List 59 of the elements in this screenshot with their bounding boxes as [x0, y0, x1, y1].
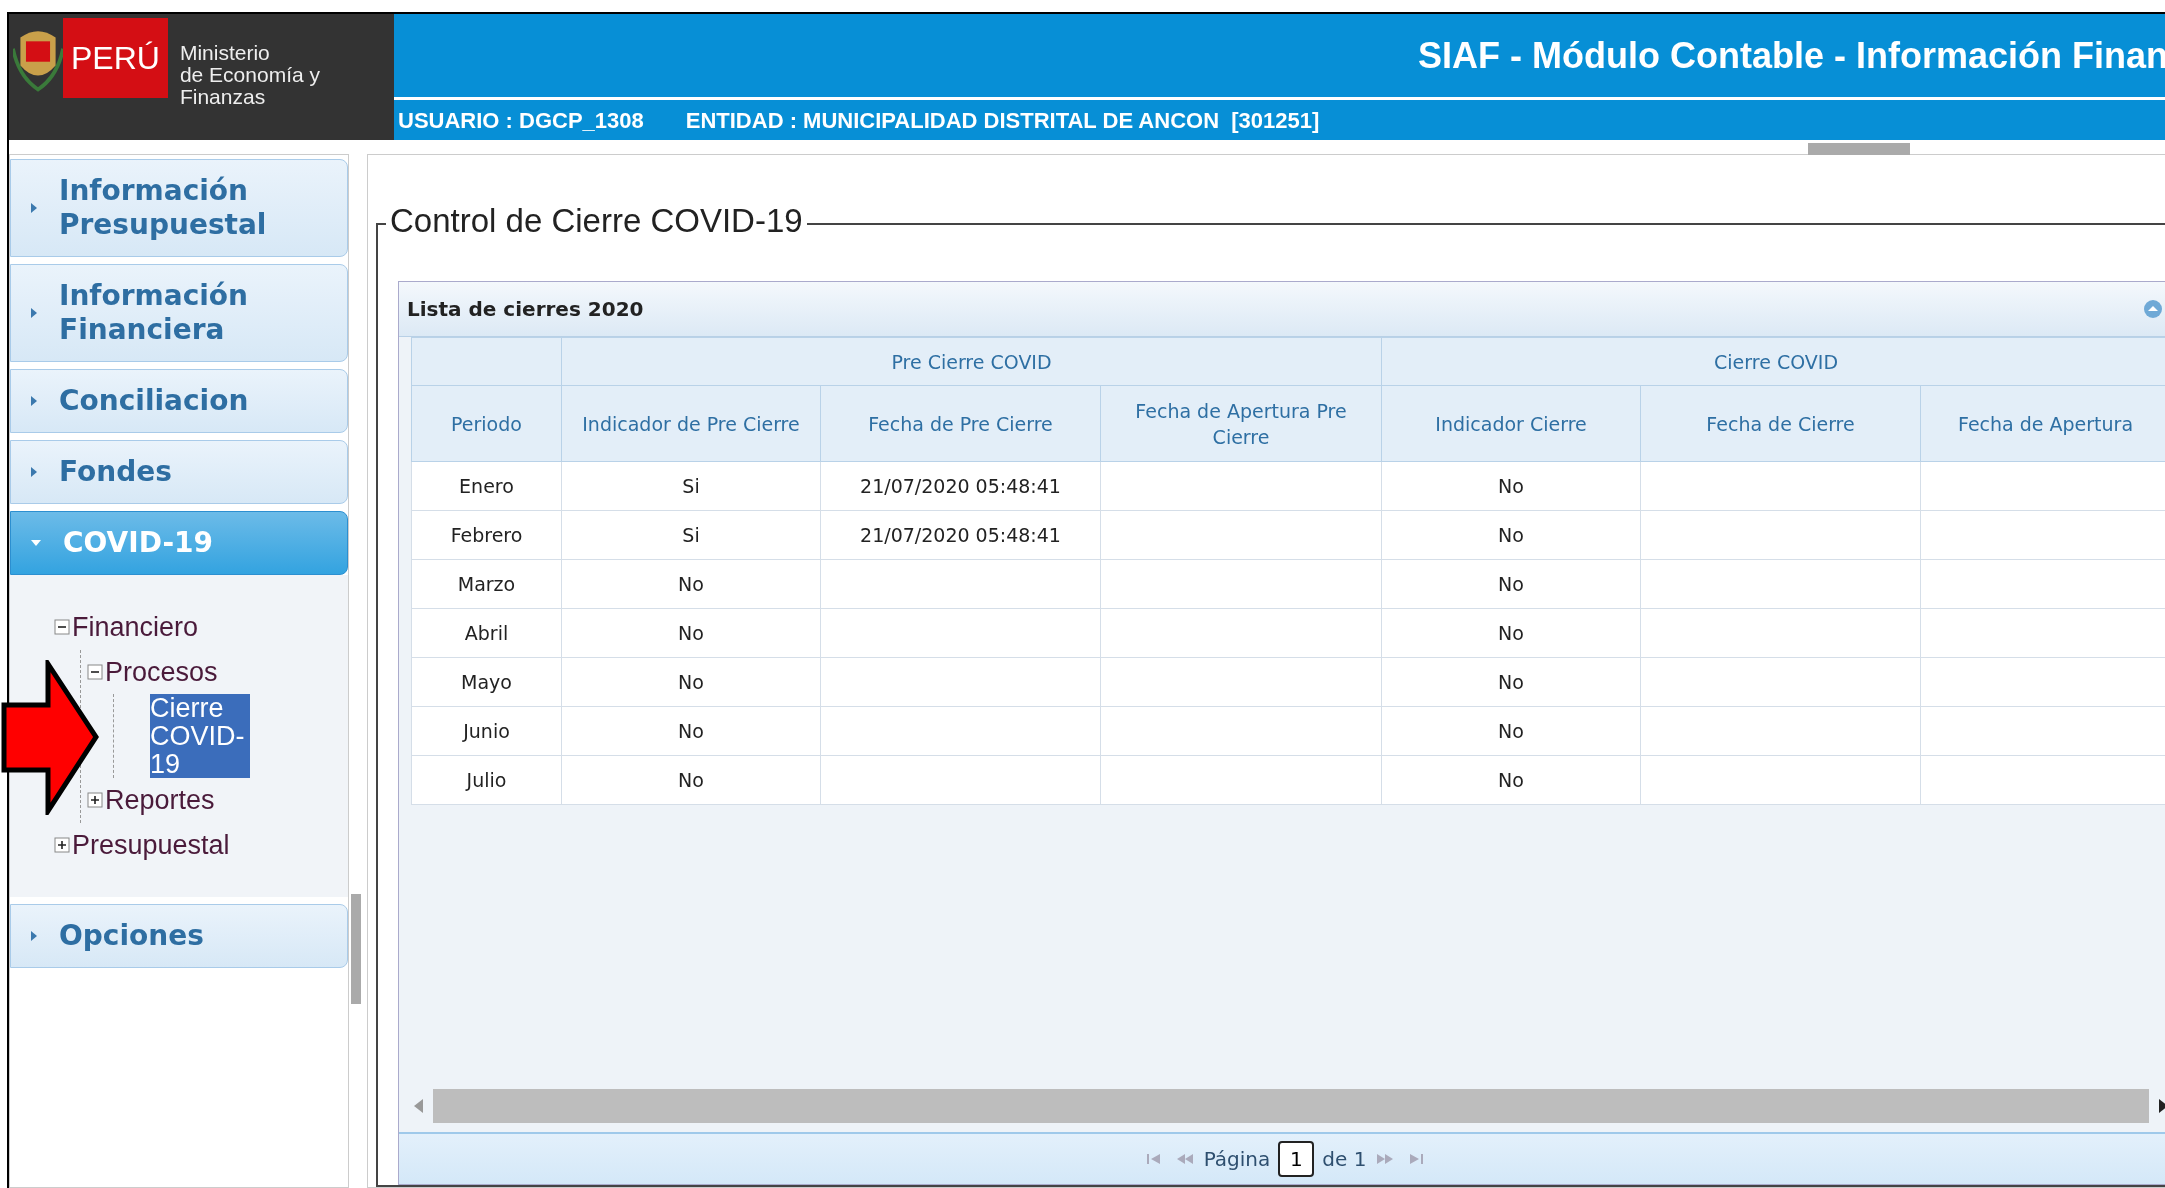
country-label: PERÚ [63, 18, 168, 98]
table-cell: No [561, 657, 821, 707]
table-cell: Julio [411, 755, 562, 805]
tree-item[interactable]: Cierre COVID-19 [150, 694, 250, 778]
accordion-header[interactable]: COVID-19 [10, 511, 348, 575]
accordion-header[interactable]: Opciones [10, 904, 348, 968]
ministry-name: de Economía y Finanzas [179, 64, 321, 108]
table-cell: 21/07/2020 05:48:41 [820, 510, 1101, 560]
table-cell: No [1381, 608, 1641, 658]
table-cell: No [1381, 706, 1641, 756]
table-cell: Febrero [411, 510, 562, 560]
table-cell: Marzo [411, 559, 562, 609]
column-group-header: Cierre COVID [1381, 337, 2165, 386]
page-input[interactable]: 1 [1278, 1141, 1315, 1177]
table-cell: No [561, 706, 821, 756]
column-header[interactable]: Periodo [411, 385, 562, 462]
table-cell: 21/07/2020 05:48:41 [820, 461, 1101, 511]
table-cell: Si [561, 461, 821, 511]
table-cell: No [1381, 559, 1641, 609]
table-cell: No [1381, 510, 1641, 560]
table-cell: No [1381, 755, 1641, 805]
expand-icon[interactable] [87, 792, 103, 809]
table-cell: Mayo [411, 657, 562, 707]
scrollbar-thumb[interactable] [433, 1089, 2150, 1123]
entity-label: ENTIDAD : MUNICIPALIDAD DISTRITAL DE ANCON [301251] [685, 106, 1320, 135]
accordion-header[interactable]: Información Financiera [10, 264, 348, 362]
ministry-name: Ministerio [179, 42, 271, 64]
table-cell: Junio [411, 706, 562, 756]
column-header[interactable]: Fecha de Apertura Pre Cierre [1100, 385, 1382, 462]
accordion-header[interactable]: Fondes [10, 440, 348, 504]
table-cell: Si [561, 510, 821, 560]
column-header[interactable]: Indicador Cierre [1381, 385, 1641, 462]
table-cell: No [561, 559, 821, 609]
grid-title: Lista de cierres 2020 [407, 296, 644, 323]
table-cell: No [561, 608, 821, 658]
scrollbar-thumb[interactable] [1808, 143, 1910, 155]
collapse-icon[interactable] [87, 663, 103, 680]
expand-icon[interactable] [54, 836, 70, 853]
table-cell: No [1381, 461, 1641, 511]
tree-item[interactable]: Procesos [105, 651, 218, 692]
page-label: Página [1203, 1146, 1271, 1173]
column-header[interactable]: Fecha de Pre Cierre [820, 385, 1101, 462]
table-cell: Enero [411, 461, 562, 511]
user-label: USUARIO : DGCP_1308 [398, 106, 644, 135]
table-cell: Abril [411, 608, 562, 658]
column-header[interactable]: Fecha de Cierre [1640, 385, 1921, 462]
page-total: de 1 [1322, 1146, 1367, 1173]
accordion-header[interactable]: Información Presupuestal [10, 159, 348, 257]
collapse-icon[interactable] [54, 619, 70, 636]
tree-item[interactable]: Financiero [72, 607, 199, 648]
column-group-header: Pre Cierre COVID [561, 337, 1382, 386]
tree-item[interactable]: Reportes [105, 780, 215, 821]
tree-item[interactable]: Presupuestal [72, 824, 230, 865]
column-header[interactable]: Indicador de Pre Cierre [561, 385, 821, 462]
column-header[interactable]: Fecha de Apertura [1920, 385, 2165, 462]
table-cell: No [1381, 657, 1641, 707]
accordion-header[interactable]: Conciliacion [10, 369, 348, 433]
table-cell: No [561, 755, 821, 805]
scrollbar-thumb[interactable] [351, 894, 361, 1004]
